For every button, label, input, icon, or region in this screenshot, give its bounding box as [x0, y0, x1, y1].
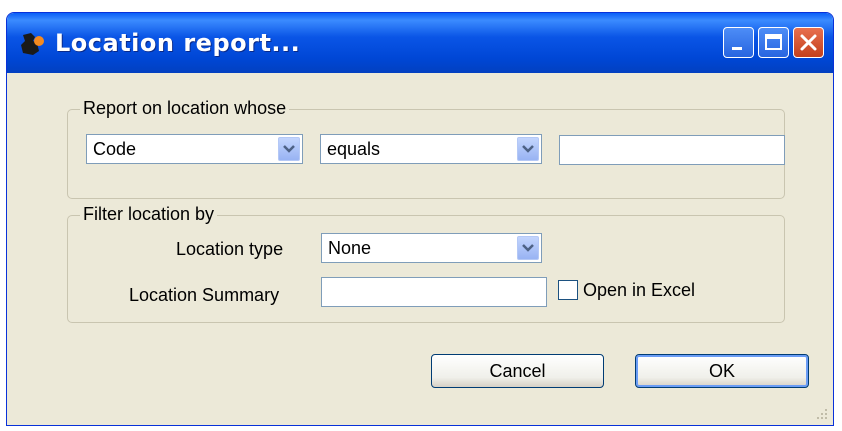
report-on-legend: Report on location whose — [80, 98, 290, 119]
filter-legend: Filter location by — [80, 204, 218, 225]
location-summary-label: Location Summary — [129, 285, 280, 305]
dropdown-arrow-icon — [522, 244, 534, 252]
title-bar[interactable]: Location report... — [7, 13, 833, 73]
minimize-button[interactable] — [723, 27, 754, 58]
open-in-excel-checkbox[interactable] — [558, 280, 578, 300]
field-select-arrow[interactable] — [278, 137, 300, 161]
maximize-button[interactable] — [758, 27, 789, 58]
dropdown-arrow-icon — [283, 145, 295, 153]
value-input[interactable] — [559, 135, 785, 165]
open-in-excel-label[interactable]: Open in Excel — [583, 280, 695, 301]
close-button[interactable] — [793, 27, 824, 58]
field-select-value: Code — [93, 139, 137, 159]
location-type-select[interactable]: None — [321, 233, 542, 263]
dropdown-arrow-icon — [522, 145, 534, 153]
ok-button[interactable]: OK — [635, 354, 809, 388]
app-icon — [21, 33, 44, 55]
location-type-label: Location type — [176, 239, 284, 259]
location-type-arrow[interactable] — [517, 236, 539, 260]
operator-select-arrow[interactable] — [517, 137, 539, 161]
cancel-button[interactable]: Cancel — [431, 354, 604, 388]
window-title: Location report... — [55, 29, 301, 57]
operator-select[interactable]: equals — [320, 134, 542, 164]
close-icon — [800, 34, 817, 51]
location-report-dialog: Location report... Report on location wh… — [6, 12, 834, 426]
operator-select-value: equals — [327, 139, 381, 159]
field-select[interactable]: Code — [86, 134, 303, 164]
location-type-value: None — [328, 238, 372, 258]
maximize-icon — [765, 34, 782, 50]
resize-grip-icon[interactable] — [813, 405, 829, 421]
location-summary-input[interactable] — [321, 277, 547, 307]
minimize-icon — [732, 47, 742, 50]
